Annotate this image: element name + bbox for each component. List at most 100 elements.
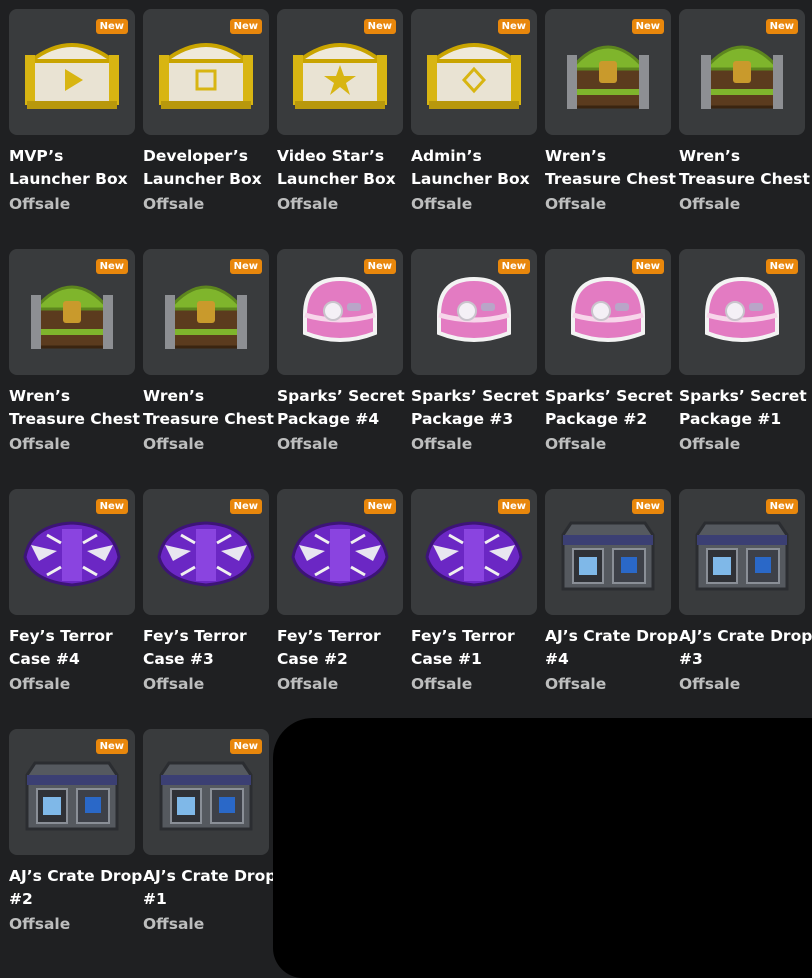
catalog-item-card[interactable]: New Fey’s Terror Case #1 Offsale <box>411 489 537 729</box>
item-price: Offsale <box>9 675 71 693</box>
item-thumbnail[interactable]: New <box>545 9 671 135</box>
item-thumbnail[interactable]: New <box>545 249 671 375</box>
new-badge: New <box>95 19 128 34</box>
catalog-item-card[interactable]: New Sparks’ Secret Package #4 Offsale <box>277 249 405 489</box>
new-badge: New <box>497 499 530 514</box>
item-name[interactable]: Sparks’ Secret Package #3 <box>411 385 545 431</box>
catalog-item-card[interactable]: New Admin’s Launcher Box Offsale <box>411 9 537 249</box>
item-thumbnail[interactable]: New <box>9 9 135 135</box>
new-badge: New <box>765 259 798 274</box>
item-name[interactable]: Fey’s Terror Case #1 <box>411 625 545 671</box>
item-thumbnail[interactable]: New <box>143 489 269 615</box>
catalog-item-card[interactable]: New Fey’s Terror Case #3 Offsale <box>143 489 269 729</box>
new-badge: New <box>631 499 664 514</box>
item-price: Offsale <box>277 435 339 453</box>
item-name[interactable]: Sparks’ Secret Package #1 <box>679 385 812 431</box>
catalog-item-card[interactable]: New Wren’s Treasure Chest Offsale <box>679 9 810 249</box>
catalog-item-card[interactable]: New Fey’s Terror Case #4 Offsale <box>9 489 135 729</box>
item-thumbnail[interactable]: New <box>9 249 135 375</box>
item-name[interactable]: Wren’s Treasure Chest <box>679 145 812 191</box>
new-badge: New <box>631 19 664 34</box>
catalog-item-card[interactable]: New Sparks’ Secret Package #3 Offsale <box>411 249 539 489</box>
item-name[interactable]: Video Star’s Launcher Box <box>277 145 411 191</box>
item-thumbnail[interactable]: New <box>9 489 135 615</box>
catalog-item-card[interactable]: New Wren’s Treasure Chest Offsale <box>143 249 274 489</box>
new-badge: New <box>497 19 530 34</box>
item-thumbnail[interactable]: New <box>545 489 671 615</box>
item-price: Offsale <box>411 675 473 693</box>
item-name[interactable]: Fey’s Terror Case #2 <box>277 625 411 671</box>
catalog-item-card[interactable]: New AJ’s Crate Drop #1 Offsale <box>143 729 276 969</box>
item-name[interactable]: Fey’s Terror Case #4 <box>9 625 143 671</box>
new-badge: New <box>229 499 262 514</box>
item-price: Offsale <box>411 195 473 213</box>
item-name[interactable]: MVP’s Launcher Box <box>9 145 143 191</box>
new-badge: New <box>363 499 396 514</box>
item-name[interactable]: AJ’s Crate Drop #2 <box>9 865 143 911</box>
catalog-item-card[interactable]: New Wren’s Treasure Chest Offsale <box>9 249 140 489</box>
new-badge: New <box>765 19 798 34</box>
item-name[interactable]: AJ’s Crate Drop #4 <box>545 625 679 671</box>
new-badge: New <box>631 259 664 274</box>
new-badge: New <box>363 19 396 34</box>
item-price: Offsale <box>9 915 71 933</box>
catalog-item-card[interactable]: New AJ’s Crate Drop #4 Offsale <box>545 489 678 729</box>
item-thumbnail[interactable]: New <box>679 9 805 135</box>
item-price: Offsale <box>143 915 205 933</box>
new-badge: New <box>765 499 798 514</box>
redacted-area <box>273 718 812 978</box>
catalog-item-card[interactable]: New Sparks’ Secret Package #1 Offsale <box>679 249 807 489</box>
item-name[interactable]: Developer’s Launcher Box <box>143 145 277 191</box>
item-thumbnail[interactable]: New <box>679 489 805 615</box>
item-price: Offsale <box>9 435 71 453</box>
item-name[interactable]: Wren’s Treasure Chest <box>545 145 679 191</box>
item-price: Offsale <box>679 195 741 213</box>
item-price: Offsale <box>545 195 607 213</box>
catalog-item-card[interactable]: New Developer’s Launcher Box Offsale <box>143 9 269 249</box>
catalog-item-card[interactable]: New MVP’s Launcher Box Offsale <box>9 9 135 249</box>
item-price: Offsale <box>277 675 339 693</box>
new-badge: New <box>363 259 396 274</box>
item-thumbnail[interactable]: New <box>9 729 135 855</box>
item-price: Offsale <box>545 435 607 453</box>
new-badge: New <box>229 259 262 274</box>
item-name[interactable]: Admin’s Launcher Box <box>411 145 545 191</box>
new-badge: New <box>229 19 262 34</box>
item-price: Offsale <box>411 435 473 453</box>
item-price: Offsale <box>277 195 339 213</box>
item-price: Offsale <box>545 675 607 693</box>
item-name[interactable]: AJ’s Crate Drop #3 <box>679 625 812 671</box>
catalog-item-card[interactable]: New Video Star’s Launcher Box Offsale <box>277 9 403 249</box>
item-name[interactable]: AJ’s Crate Drop #1 <box>143 865 277 911</box>
item-price: Offsale <box>679 675 741 693</box>
new-badge: New <box>497 259 530 274</box>
item-price: Offsale <box>143 195 205 213</box>
new-badge: New <box>229 739 262 754</box>
item-thumbnail[interactable]: New <box>277 9 403 135</box>
item-name[interactable]: Wren’s Treasure Chest <box>143 385 277 431</box>
item-thumbnail[interactable]: New <box>411 249 537 375</box>
new-badge: New <box>95 259 128 274</box>
catalog-item-card[interactable]: New Sparks’ Secret Package #2 Offsale <box>545 249 673 489</box>
catalog-item-card[interactable]: New AJ’s Crate Drop #2 Offsale <box>9 729 142 969</box>
item-thumbnail[interactable]: New <box>143 249 269 375</box>
item-price: Offsale <box>9 195 71 213</box>
item-thumbnail[interactable]: New <box>411 9 537 135</box>
catalog-item-card[interactable]: New Fey’s Terror Case #2 Offsale <box>277 489 403 729</box>
catalog-item-card[interactable]: New AJ’s Crate Drop #3 Offsale <box>679 489 812 729</box>
item-thumbnail[interactable]: New <box>277 489 403 615</box>
new-badge: New <box>95 499 128 514</box>
item-thumbnail[interactable]: New <box>277 249 403 375</box>
item-name[interactable]: Fey’s Terror Case #3 <box>143 625 277 671</box>
item-name[interactable]: Sparks’ Secret Package #4 <box>277 385 411 431</box>
item-thumbnail[interactable]: New <box>679 249 805 375</box>
item-thumbnail[interactable]: New <box>411 489 537 615</box>
item-price: Offsale <box>143 675 205 693</box>
item-thumbnail[interactable]: New <box>143 9 269 135</box>
new-badge: New <box>95 739 128 754</box>
item-name[interactable]: Wren’s Treasure Chest <box>9 385 143 431</box>
item-name[interactable]: Sparks’ Secret Package #2 <box>545 385 679 431</box>
catalog-item-card[interactable]: New Wren’s Treasure Chest Offsale <box>545 9 676 249</box>
item-thumbnail[interactable]: New <box>143 729 269 855</box>
item-price: Offsale <box>679 435 741 453</box>
